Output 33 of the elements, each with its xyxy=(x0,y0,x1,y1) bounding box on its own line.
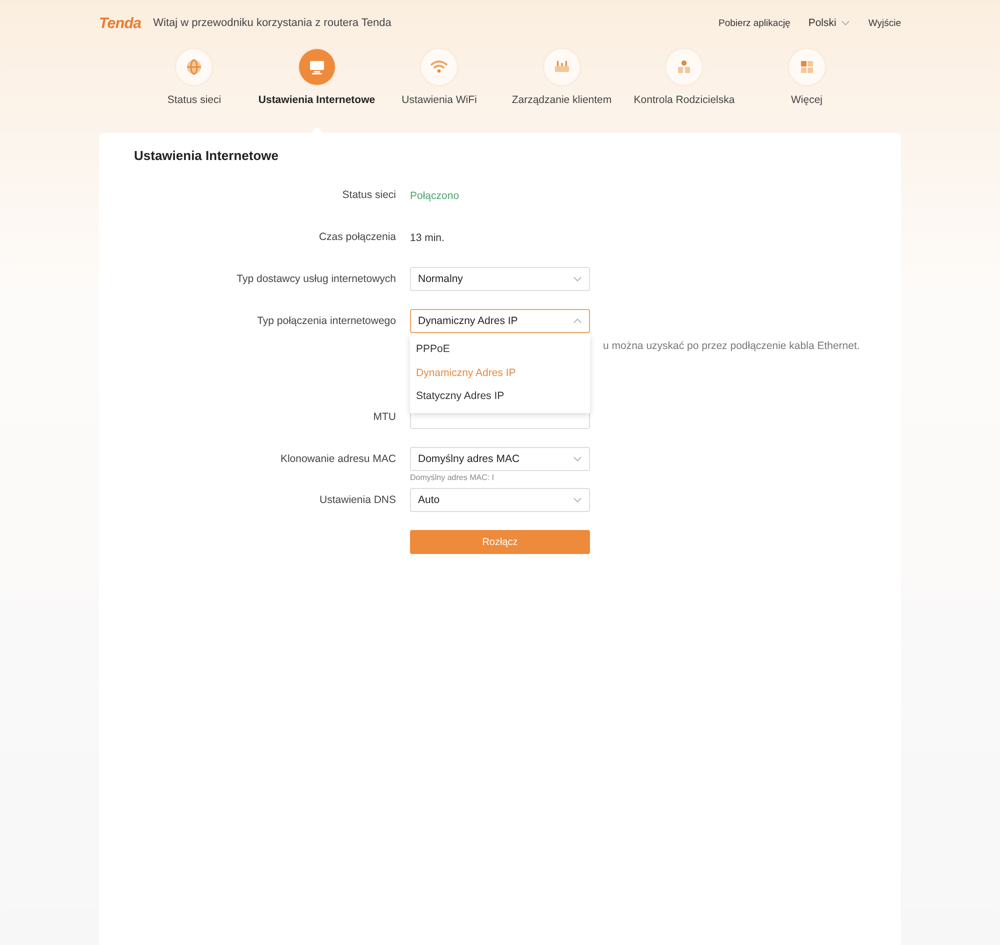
logo: Tenda xyxy=(99,14,142,32)
select-field[interactable]: Domyślny adres MAC xyxy=(410,447,590,471)
status-value: Połączono xyxy=(410,190,460,202)
nav-tab[interactable]: Zarządzanie klientem xyxy=(500,49,623,133)
field-label: Ustawienia DNS xyxy=(318,494,396,506)
field-label: Czas połączenia xyxy=(318,231,396,243)
field-value: 13 min. xyxy=(410,232,444,244)
field-label: Status sieci xyxy=(341,189,396,201)
hint-text: u można uzyskać po przez podłączenie kabla Ethernet. xyxy=(603,339,861,354)
select-field[interactable]: Normalny xyxy=(410,267,590,291)
nav-tab[interactable]: Status sieci xyxy=(133,49,256,133)
download-app-link[interactable]: Pobierz aplikację xyxy=(718,18,790,28)
field-note: Domyślny adres MAC: I xyxy=(410,472,496,484)
logout-link[interactable]: Wyjście xyxy=(868,18,901,28)
field-label: Typ połączenia internetowego xyxy=(256,315,396,327)
select-field[interactable]: Auto xyxy=(410,488,590,512)
field-label: Typ dostawcy usług internetowych xyxy=(236,273,396,285)
nav-tab[interactable]: Więcej xyxy=(746,49,868,133)
field-label: Klonowanie adresu MAC xyxy=(279,453,396,465)
section-title: Ustawienia Internetowe xyxy=(134,147,280,165)
chevron-icon xyxy=(841,20,850,26)
language-selector[interactable]: Polski xyxy=(808,17,850,29)
dropdown-option[interactable]: PPPoE xyxy=(410,338,590,362)
nav-tab[interactable]: Ustawienia WiFi xyxy=(378,49,500,133)
nav-tab[interactable]: Kontrola Rodzicielska xyxy=(623,49,746,133)
welcome-text: Witaj w przewodniku korzystania z routera Tenda xyxy=(153,17,392,29)
chevron-icon xyxy=(573,276,582,282)
chevron-icon xyxy=(573,497,582,503)
dropdown-option[interactable]: Statyczny Adres IP xyxy=(410,385,590,408)
field-label: MTU xyxy=(372,411,396,423)
chevron-icon xyxy=(573,456,582,462)
chevron-icon xyxy=(573,318,582,324)
select-field[interactable]: Dynamiczny Adres IP xyxy=(410,309,590,333)
